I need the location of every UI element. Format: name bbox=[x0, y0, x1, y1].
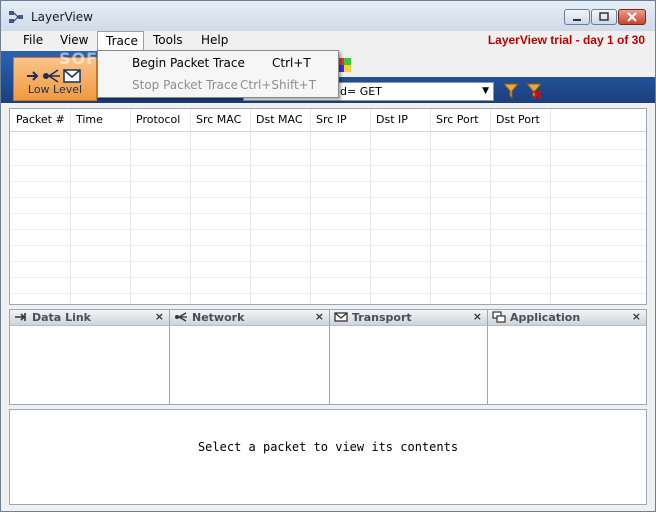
restore-icon bbox=[599, 12, 609, 21]
grid-row-line bbox=[10, 149, 646, 150]
chevron-down-icon[interactable]: ▼ bbox=[482, 83, 489, 100]
menu-tools[interactable]: Tools bbox=[145, 31, 191, 51]
column-header-dst-mac[interactable]: Dst MAC bbox=[256, 113, 303, 126]
packet-grid[interactable]: Packet # Time Protocol Src MAC Dst MAC S… bbox=[9, 108, 647, 305]
grid-row-line bbox=[10, 197, 646, 198]
trial-notice: LayerView trial - day 1 of 30 bbox=[487, 33, 645, 47]
pane-header: Network × bbox=[170, 310, 329, 326]
column-header-packet[interactable]: Packet # bbox=[16, 113, 65, 126]
menu-file[interactable]: File bbox=[15, 31, 51, 51]
trace-menu-dropdown: Begin Packet Trace Ctrl+T Stop Packet Tr… bbox=[97, 50, 339, 98]
grid-row-line bbox=[10, 277, 646, 278]
grid-row-line bbox=[10, 165, 646, 166]
menu-item-stop-packet-trace[interactable]: Stop Packet Trace Ctrl+Shift+T bbox=[98, 74, 336, 96]
maximize-button[interactable] bbox=[591, 9, 617, 25]
grid-row-line bbox=[10, 229, 646, 230]
low-level-label: Low Level bbox=[27, 83, 83, 96]
column-header-src-mac[interactable]: Src MAC bbox=[196, 113, 241, 126]
menu-item-shortcut: Ctrl+T bbox=[272, 56, 311, 70]
pane-data-link[interactable]: Data Link × bbox=[9, 309, 170, 405]
packet-placeholder-message: Select a packet to view its contents bbox=[197, 440, 459, 454]
apply-filter-icon[interactable] bbox=[502, 82, 520, 100]
data-link-icon bbox=[15, 313, 26, 321]
pane-transport[interactable]: Transport × bbox=[329, 309, 488, 405]
grid-row-line bbox=[10, 261, 646, 262]
network-icon bbox=[175, 312, 187, 322]
column-header-src-ip[interactable]: Src IP bbox=[316, 113, 347, 126]
pane-close-icon[interactable]: × bbox=[315, 310, 324, 323]
menu-help[interactable]: Help bbox=[193, 31, 236, 51]
pane-application[interactable]: Application × bbox=[487, 309, 647, 405]
pane-header: Data Link × bbox=[10, 310, 169, 326]
grid-row-line bbox=[10, 245, 646, 246]
pane-title: Data Link bbox=[32, 311, 91, 324]
pane-close-icon[interactable]: × bbox=[155, 310, 164, 323]
pane-title: Transport bbox=[352, 311, 412, 324]
grid-column bbox=[71, 109, 131, 304]
filter-value: d= GET bbox=[340, 85, 382, 98]
layer-panes: Data Link × Network × Transport × Applic… bbox=[9, 309, 647, 405]
column-header-time[interactable]: Time bbox=[76, 113, 103, 126]
grid-column bbox=[491, 109, 551, 304]
column-header-dst-port[interactable]: Dst Port bbox=[496, 113, 540, 126]
clear-filter-icon[interactable] bbox=[525, 82, 543, 100]
grid-column bbox=[251, 109, 311, 304]
grid-column bbox=[10, 109, 71, 304]
pane-network[interactable]: Network × bbox=[169, 309, 330, 405]
menu-item-shortcut: Ctrl+Shift+T bbox=[240, 78, 317, 92]
pane-close-icon[interactable]: × bbox=[632, 310, 641, 323]
window-title: LayerView bbox=[31, 10, 93, 24]
grid-column bbox=[431, 109, 491, 304]
minimize-button[interactable] bbox=[564, 9, 590, 25]
pane-close-icon[interactable]: × bbox=[473, 310, 482, 323]
menu-item-begin-packet-trace[interactable]: Begin Packet Trace Ctrl+T bbox=[98, 52, 336, 74]
close-icon bbox=[627, 12, 637, 22]
color-palette-icon[interactable] bbox=[337, 58, 351, 72]
grid-column bbox=[311, 109, 371, 304]
grid-row-line bbox=[10, 293, 646, 294]
grid-column bbox=[131, 109, 191, 304]
grid-row-line bbox=[10, 213, 646, 214]
menu-item-label: Begin Packet Trace bbox=[132, 56, 245, 70]
packet-contents-pane[interactable]: Select a packet to view its contents bbox=[9, 409, 647, 505]
grid-row-line bbox=[10, 181, 646, 182]
application-icon bbox=[492, 311, 506, 323]
main-window: LayerView File View Trace Tools Help Lay… bbox=[0, 0, 656, 512]
title-bar: LayerView bbox=[1, 1, 655, 31]
grid-column bbox=[191, 109, 251, 304]
grid-header: Packet # Time Protocol Src MAC Dst MAC S… bbox=[10, 109, 646, 132]
pane-header: Application × bbox=[488, 310, 646, 326]
column-header-src-port[interactable]: Src Port bbox=[436, 113, 479, 126]
menu-trace[interactable]: Trace bbox=[97, 31, 144, 51]
column-header-dst-ip[interactable]: Dst IP bbox=[376, 113, 408, 126]
column-header-protocol[interactable]: Protocol bbox=[136, 113, 180, 126]
transport-icon bbox=[334, 312, 348, 322]
minimize-icon bbox=[573, 19, 581, 21]
menu-view[interactable]: View bbox=[52, 31, 96, 51]
close-button[interactable] bbox=[618, 9, 646, 25]
menu-item-label: Stop Packet Trace bbox=[132, 78, 239, 92]
pane-header: Transport × bbox=[330, 310, 487, 326]
menu-bar: File View Trace Tools Help LayerView tri… bbox=[1, 31, 655, 51]
grid-column bbox=[371, 109, 431, 304]
pane-title: Application bbox=[510, 311, 581, 324]
pane-title: Network bbox=[192, 311, 245, 324]
layerview-app-icon bbox=[9, 11, 23, 23]
